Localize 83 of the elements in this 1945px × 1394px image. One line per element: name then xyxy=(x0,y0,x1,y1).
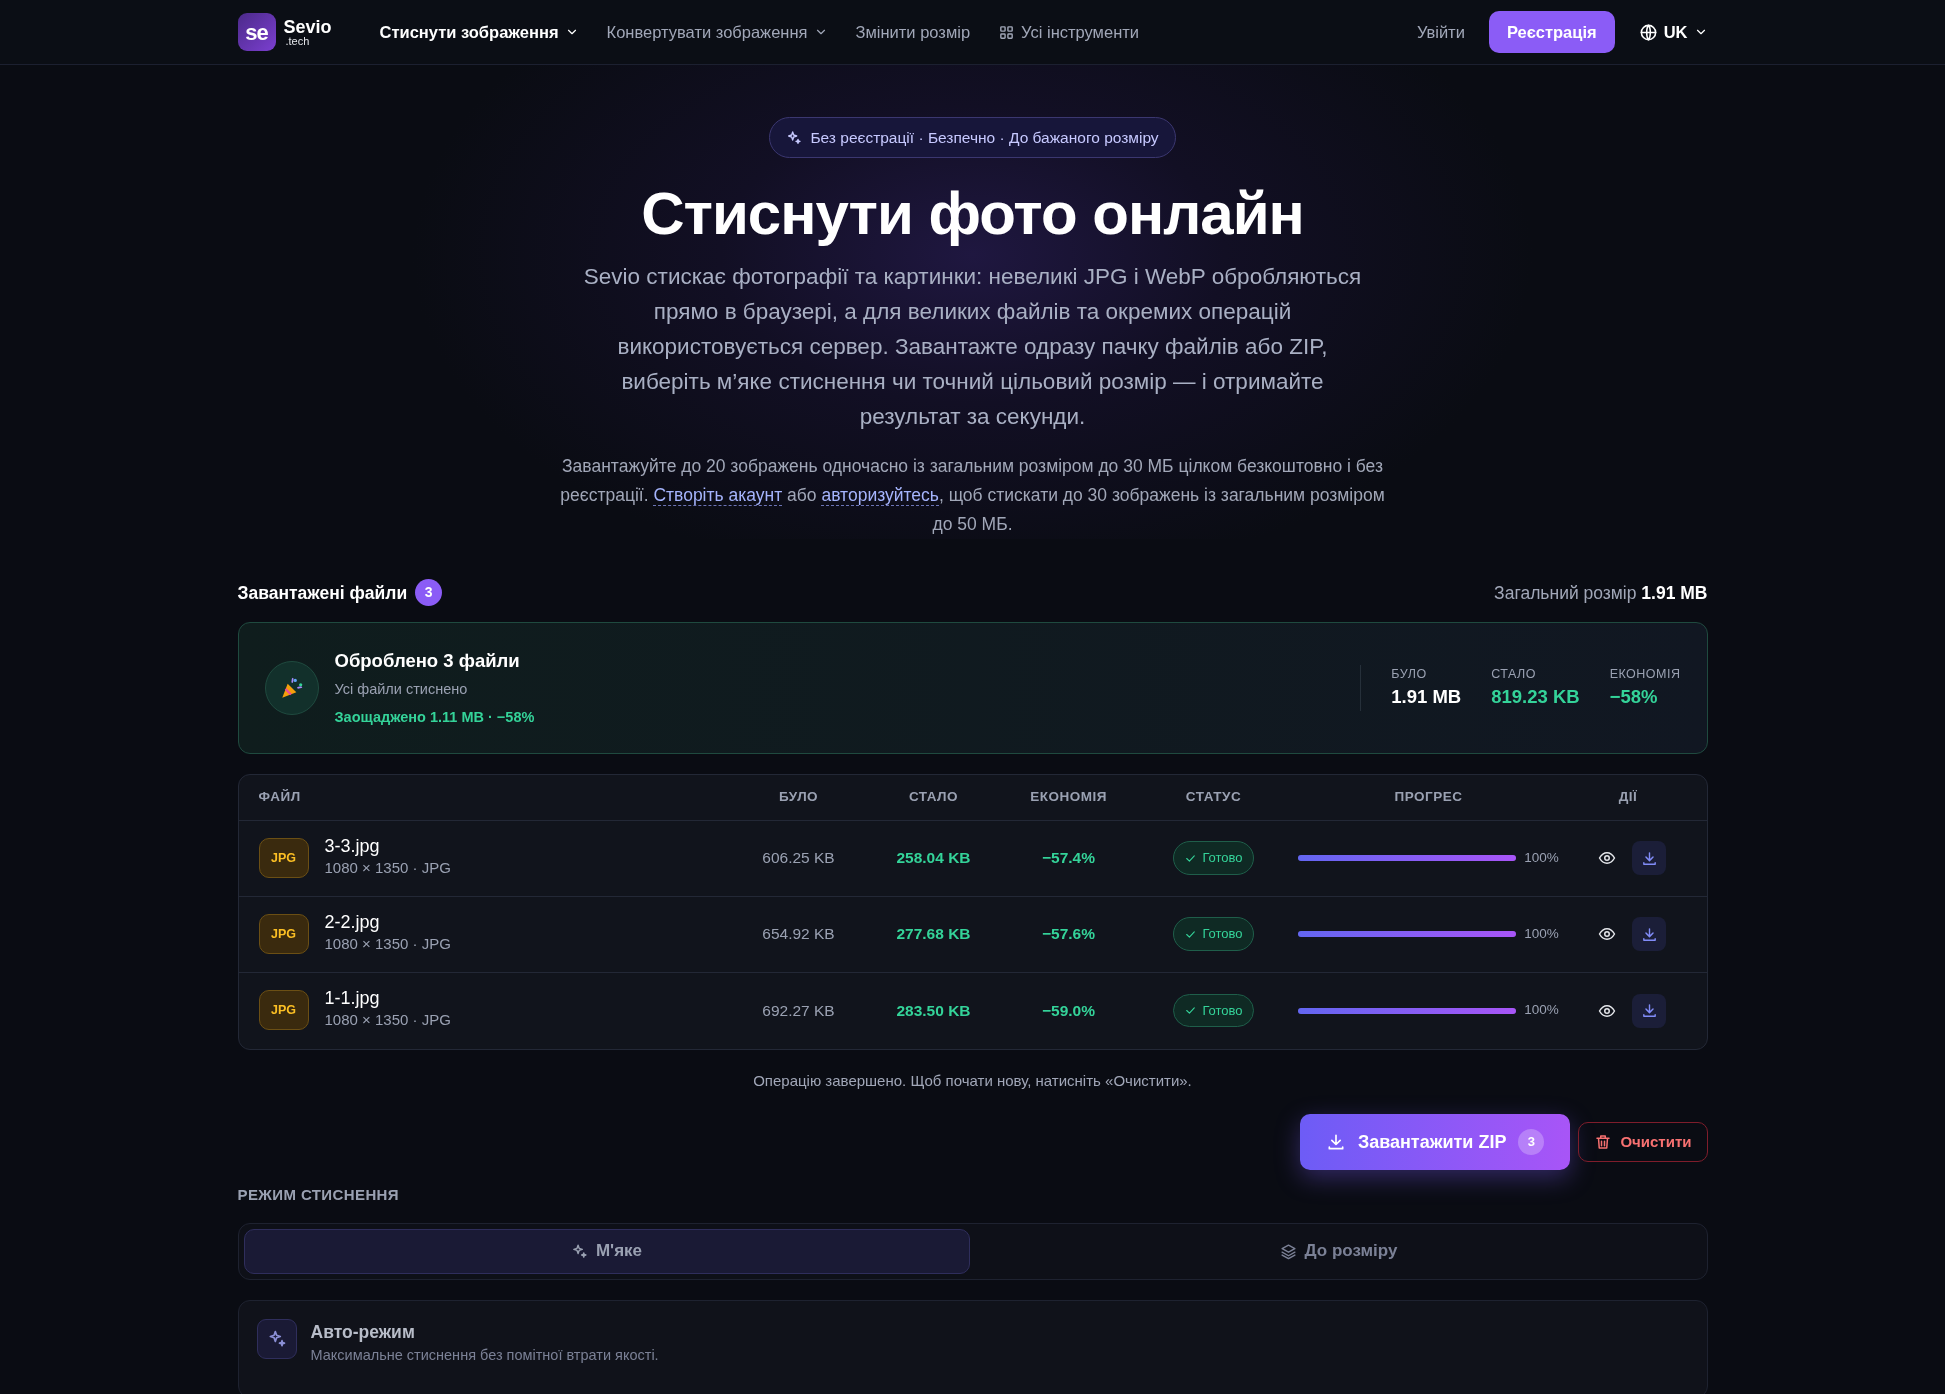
logo-text: Sevio xyxy=(283,17,332,36)
mode-tab[interactable]: М'яке xyxy=(243,1228,970,1274)
stat-label: СТАЛО xyxy=(1491,665,1538,683)
count-badge: 3 xyxy=(415,579,443,607)
column-header: БУЛО xyxy=(777,787,820,806)
limits-text: Завантажуйте до 20 зображень одночасно із загальним розміром до 30 МБ цілком безкоштовно і без реєстрації. Створіть акаунт або авторизуйтесь, щоб стискати до 30 зображень із загальним розміром до 50 МБ. xyxy=(559,455,1386,537)
clear-button[interactable]: Очистити xyxy=(1578,1122,1708,1162)
sparkle-icon xyxy=(786,129,803,146)
sparkle-icon xyxy=(570,1242,588,1260)
eye-icon xyxy=(1598,925,1616,943)
mode-title: Авто-режим xyxy=(310,1320,416,1344)
nav-link[interactable]: Конвертувати зображення xyxy=(606,19,828,45)
file-type-badge: JPG xyxy=(258,838,309,878)
count-badge: 3 xyxy=(1518,1129,1545,1155)
nav-link[interactable]: Усі інструменти xyxy=(998,19,1140,45)
section-title: Завантажені файли xyxy=(237,581,408,605)
column-header: ПРОГРЕС xyxy=(1393,787,1464,806)
table-cell-text: 283.50 KB xyxy=(895,1000,972,1021)
mode-tab[interactable]: До розміру xyxy=(975,1228,1702,1274)
column-header: ДІЇ xyxy=(1617,787,1639,806)
download-icon xyxy=(1640,925,1658,943)
table-cell-text: 277.68 KB xyxy=(895,924,972,945)
file-type-badge: JPG xyxy=(258,914,309,954)
download-icon xyxy=(1640,1002,1658,1019)
file-meta: 1080 × 1350 · JPG xyxy=(324,857,451,878)
file-name: 1-1.jpg xyxy=(324,989,381,1010)
summary-subtitle: Усі файли стиснено xyxy=(334,680,469,699)
badge-text: Без реєстрації · Безпечно · До бажаного розміру xyxy=(810,128,1159,148)
page-title: Стиснути фото онлайн xyxy=(640,182,1305,246)
download-button[interactable] xyxy=(1632,841,1666,875)
section-label: РЕЖИМ СТИСНЕННЯ xyxy=(237,1185,401,1205)
trash-icon xyxy=(1594,1133,1613,1151)
stat-value: 1.91 MB xyxy=(1391,685,1462,710)
progress-text: 100% xyxy=(1524,1001,1559,1020)
savings-text: Заощаджено 1.11 MB · −58% xyxy=(334,707,535,727)
text-link[interactable]: Створіть акаунт xyxy=(653,485,783,507)
progress-text: 100% xyxy=(1524,924,1559,943)
file-type-badge: JPG xyxy=(258,990,309,1031)
file-name: 3-3.jpg xyxy=(324,836,381,857)
logo-mark[interactable]: se xyxy=(237,13,276,51)
nav-link[interactable]: Стиснути зображення xyxy=(379,19,579,45)
stat-value: 819.23 KB xyxy=(1491,685,1580,710)
status-badge: Готово xyxy=(1173,993,1254,1028)
stat-value: −58% xyxy=(1609,685,1659,710)
column-header: СТАЛО xyxy=(907,787,960,806)
check-icon xyxy=(1184,1004,1198,1017)
eye-icon xyxy=(1598,849,1616,867)
logo-subtext: .tech xyxy=(285,35,311,47)
column-header: СТАТУС xyxy=(1184,787,1243,806)
status-badge: Готово xyxy=(1173,917,1254,951)
download-button[interactable] xyxy=(1632,917,1666,951)
signup-button[interactable]: Реєстрація xyxy=(1488,10,1615,54)
nav-link[interactable]: Змінити розмір xyxy=(855,19,971,45)
login-link[interactable]: Увійти xyxy=(1416,19,1465,45)
file-name: 2-2.jpg xyxy=(324,912,381,933)
table-cell-text: 258.04 KB xyxy=(895,848,972,869)
status-badge: Готово xyxy=(1173,841,1254,875)
summary-title: Оброблено 3 файли xyxy=(334,649,521,674)
table-cell-text: −57.6% xyxy=(1041,924,1096,945)
file-meta: 1080 × 1350 · JPG xyxy=(324,1010,451,1031)
file-meta: 1080 × 1350 · JPG xyxy=(324,933,451,954)
table-cell-text: 692.27 KB xyxy=(761,1000,836,1021)
table-cell-text: 654.92 KB xyxy=(761,924,836,945)
text-link[interactable]: авторизуйтесь xyxy=(821,485,939,507)
download-button[interactable] xyxy=(1632,993,1666,1028)
table-cell-text: −59.0% xyxy=(1041,1000,1096,1021)
language-selector[interactable]: UK xyxy=(1638,19,1708,45)
table-cell-text: 606.25 KB xyxy=(761,848,836,869)
download-icon xyxy=(1640,849,1658,867)
column-header: ФАЙЛ xyxy=(258,787,302,806)
globe-icon xyxy=(1638,22,1658,42)
progress-text: 100% xyxy=(1524,848,1559,867)
column-header: ЕКОНОМІЯ xyxy=(1029,787,1108,806)
total-size-text: Загальний розмір 1.91 MB xyxy=(1494,581,1708,605)
layers-icon xyxy=(1279,1242,1297,1260)
status-message: Операцію завершено. Щоб почати нову, натисніть «Очистити». xyxy=(752,1070,1193,1091)
table-cell-text: −57.4% xyxy=(1041,848,1096,869)
download-zip-button[interactable]: Завантажити ZIP 3 xyxy=(1299,1114,1571,1170)
intro-text: Sevio стискає фотографії та картинки: невеликі JPG і WebP обробляються прямо в браузері, а для великих файлів та окремих операцій використовується сервер. Завантажте одразу пачку файлів або ZIP, виберіть м’яке стиснення чи точний цільовий розмір — і отримайте результат за секунди. xyxy=(582,263,1363,432)
mode-description: Максимальне стиснення без помітної втрати якості. xyxy=(310,1345,659,1365)
stat-label: ЕКОНОМІЯ xyxy=(1609,665,1681,683)
grid-icon xyxy=(998,23,1016,41)
stat-label: БУЛО xyxy=(1391,665,1428,683)
